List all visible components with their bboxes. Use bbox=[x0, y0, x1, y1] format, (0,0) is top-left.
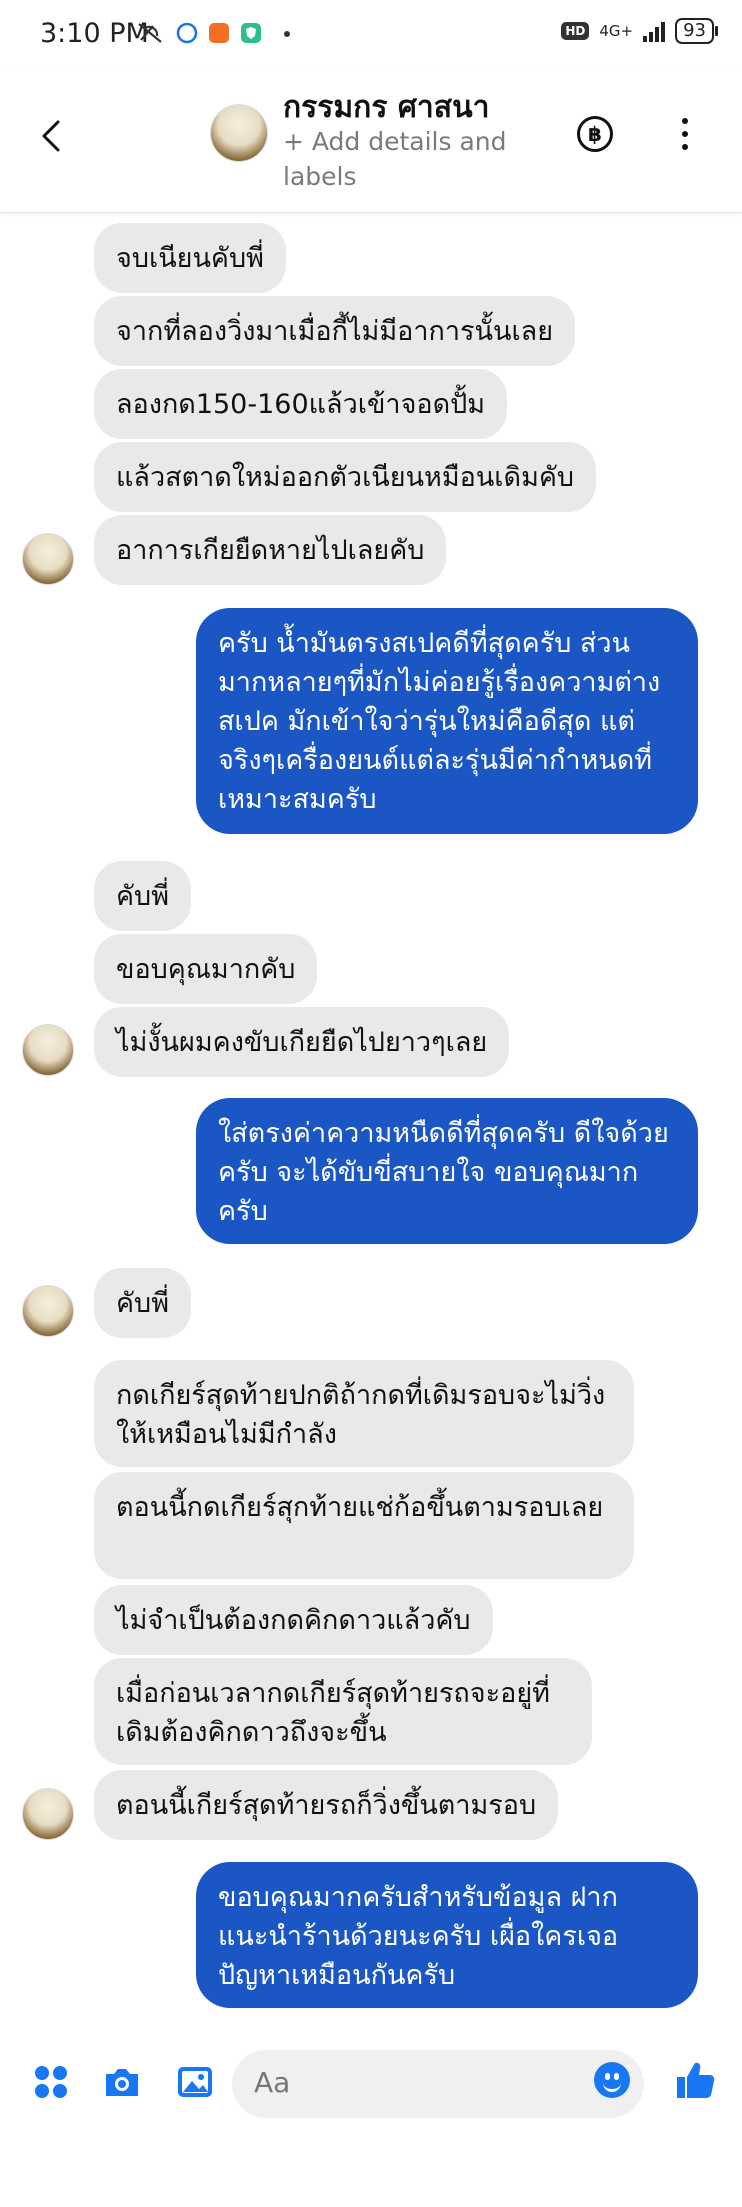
system-navigation-bar bbox=[0, 2130, 742, 2207]
gallery-icon[interactable] bbox=[175, 2062, 215, 2102]
network-label: 4G+ bbox=[599, 22, 634, 40]
apps-icon[interactable] bbox=[31, 2062, 71, 2102]
incoming-message[interactable]: จบเนียนคับพี่ bbox=[94, 223, 286, 293]
incoming-message[interactable]: ไม่งั้นผมคงขับเกียยืดไปยาวๆเลย bbox=[94, 1007, 510, 1077]
incoming-message[interactable]: ลองกด150-160แล้วเข้าจอดปั้ม bbox=[94, 369, 508, 439]
status-bar: 3:10 PM HD 4G+ 93 bbox=[0, 0, 742, 70]
add-details-link[interactable]: + Add details and labels bbox=[283, 124, 553, 194]
sender-avatar[interactable] bbox=[22, 1024, 74, 1076]
shield-app-icon bbox=[241, 23, 261, 43]
hd-badge: HD bbox=[561, 22, 590, 40]
like-icon[interactable] bbox=[673, 2058, 717, 2102]
incoming-message[interactable]: เมื่อก่อนเวลากดเกียร์สุดท้ายรถจะอยู่ที่เ… bbox=[94, 1658, 592, 1765]
incoming-message[interactable]: คับพี่ bbox=[94, 1268, 191, 1338]
message-input[interactable]: Aa bbox=[232, 2050, 644, 2118]
mute-alarm-icon bbox=[138, 23, 162, 43]
mi-app-icon bbox=[209, 23, 229, 43]
incoming-message[interactable]: กดเกียร์สุดท้ายปกติถ้ากดที่เดิมรอบจะไม่ว… bbox=[94, 1360, 634, 1467]
incoming-message[interactable]: อาการเกียยืดหายไปเลยคับ bbox=[94, 515, 447, 585]
outgoing-message[interactable]: ขอบคุณมากครับสำหรับข้อมูล ฝากแนะนำร้านด้… bbox=[196, 1862, 698, 2008]
contact-avatar[interactable] bbox=[210, 104, 268, 162]
incoming-message[interactable]: จากที่ลองวิ่งมาเมื่อกี้ไม่มีอาการนั้นเลย bbox=[94, 296, 576, 366]
more-notifications-icon bbox=[284, 31, 290, 37]
status-right: HD 4G+ 93 bbox=[561, 18, 718, 44]
battery-icon: 93 bbox=[675, 18, 718, 44]
incoming-message[interactable]: คับพี่ bbox=[94, 861, 191, 931]
emoji-icon[interactable] bbox=[594, 2062, 630, 2098]
chat-header: กรรมกร ศาสนา + Add details and labels ฿ bbox=[0, 70, 742, 213]
outgoing-message[interactable]: ครับ น้ำมันตรงสเปคดีที่สุดครับ ส่วนมากหล… bbox=[196, 608, 698, 834]
app-notification-icon bbox=[176, 22, 198, 44]
baht-icon[interactable]: ฿ bbox=[577, 116, 613, 152]
sender-avatar[interactable] bbox=[22, 1788, 74, 1840]
incoming-message[interactable]: แล้วสตาดใหม่ออกตัวเนียนหมือนเดิมคับ bbox=[94, 442, 597, 512]
back-arrow-icon[interactable] bbox=[36, 116, 70, 156]
sender-avatar[interactable] bbox=[22, 1285, 74, 1337]
incoming-message[interactable]: ตอนนี้เกียร์สุดท้ายรถก็วิ่งขึ้นตามรอบ bbox=[94, 1770, 559, 1840]
outgoing-message[interactable]: ใส่ตรงค่าความหนืดดีที่สุดครับ ดีใจด้วยคร… bbox=[196, 1098, 698, 1244]
signal-icon bbox=[643, 20, 666, 42]
more-vertical-icon[interactable] bbox=[680, 118, 690, 158]
incoming-message[interactable]: ขอบคุณมากคับ bbox=[94, 934, 318, 1004]
message-input-placeholder: Aa bbox=[254, 2066, 291, 2099]
sender-avatar[interactable] bbox=[22, 533, 74, 585]
incoming-message[interactable]: ตอนนี้กดเกียร์สุกท้ายแช่ก้อขึ้นตามรอบเลย bbox=[94, 1472, 634, 1579]
status-time: 3:10 PM bbox=[40, 18, 149, 49]
camera-icon[interactable] bbox=[102, 2062, 142, 2102]
incoming-message[interactable]: ไม่จำเป็นต้องกดคิกดาวแล้วคับ bbox=[94, 1585, 493, 1655]
message-composer: Aa bbox=[0, 2040, 742, 2130]
